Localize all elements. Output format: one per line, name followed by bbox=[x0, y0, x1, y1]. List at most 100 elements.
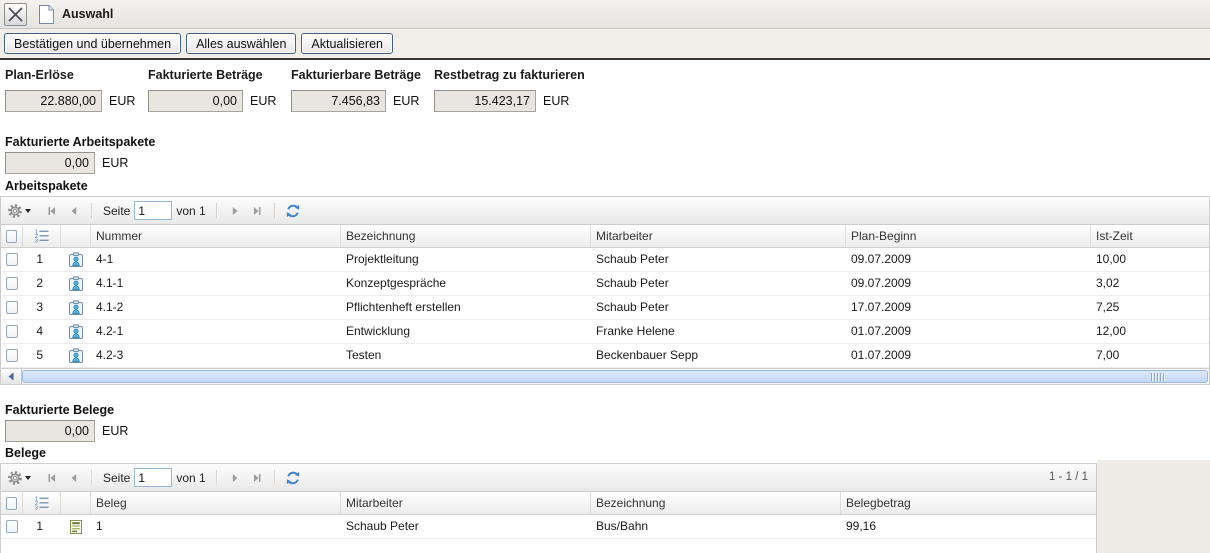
cell-bezeichnung: Entwicklung bbox=[341, 320, 591, 343]
pager-record-count: 1 - 1 / 1 bbox=[1049, 464, 1088, 490]
last-page-button[interactable] bbox=[246, 467, 268, 489]
of-pages-label: von 1 bbox=[176, 204, 205, 218]
last-page-icon bbox=[250, 471, 264, 485]
cell-mitarbeiter: Schaub Peter bbox=[341, 515, 591, 538]
close-button[interactable] bbox=[4, 3, 27, 26]
refresh-icon bbox=[285, 203, 301, 219]
work-package-icon bbox=[61, 248, 91, 271]
belege-header: 1 2 3 Beleg Mitarbeiter Bezeichnung Bele… bbox=[1, 492, 1096, 515]
row-number: 1 bbox=[23, 248, 61, 271]
page-number-input[interactable] bbox=[134, 468, 172, 487]
cell-beleg: 1 bbox=[91, 515, 341, 538]
reload-grid-button[interactable] bbox=[282, 467, 304, 489]
column-header-bezeichnung[interactable]: Bezeichnung bbox=[341, 225, 591, 247]
pager-separator bbox=[216, 470, 218, 485]
column-header-nummer[interactable]: Nummer bbox=[91, 225, 341, 247]
cell-plan-beginn: 01.07.2009 bbox=[846, 320, 1091, 343]
prev-page-button[interactable] bbox=[63, 200, 85, 222]
scroll-left-icon bbox=[7, 372, 15, 381]
cell-bezeichnung: Projektleitung bbox=[341, 248, 591, 271]
prev-page-button[interactable] bbox=[63, 467, 85, 489]
fakturierte-betraege-value: 0,00 bbox=[148, 90, 243, 112]
arbeitspakete-header: 1 2 3 Nummer Bezeichnung Mitarbeiter Pla… bbox=[1, 225, 1209, 248]
title-bar: Auswahl bbox=[0, 0, 1210, 29]
header-checkbox[interactable] bbox=[6, 497, 17, 510]
refresh-button[interactable]: Aktualisieren bbox=[301, 33, 393, 54]
fakturierte-belege-field: 0,00 EUR bbox=[5, 420, 128, 442]
refresh-icon bbox=[285, 470, 301, 486]
arbeitspakete-row[interactable]: 4 4.2-1 Entwicklung Franke Helene 01.07.… bbox=[1, 320, 1209, 344]
select-all-button[interactable]: Alles auswählen bbox=[186, 33, 296, 54]
row-checkbox[interactable] bbox=[6, 277, 18, 290]
fakturierte-arbeitspakete-field: 0,00 EUR bbox=[5, 152, 128, 174]
arbeitspakete-pager: Seite von 1 bbox=[1, 197, 1209, 225]
svg-text:3: 3 bbox=[35, 239, 38, 243]
first-page-button[interactable] bbox=[41, 467, 63, 489]
cell-mitarbeiter: Schaub Peter bbox=[591, 296, 846, 319]
numbered-list-icon: 1 2 3 bbox=[35, 496, 49, 510]
cell-plan-beginn: 01.07.2009 bbox=[846, 344, 1091, 367]
document-icon bbox=[37, 4, 56, 28]
last-page-button[interactable] bbox=[246, 200, 268, 222]
cell-nummer: 4.1-2 bbox=[91, 296, 341, 319]
arbeitspakete-grid: Seite von 1 bbox=[0, 196, 1210, 385]
arbeitspakete-row[interactable]: 5 4.2-3 Testen Beckenbauer Sepp 01.07.20… bbox=[1, 344, 1209, 368]
cell-bezeichnung: Testen bbox=[341, 344, 591, 367]
cell-belegbetrag: 99,16 bbox=[841, 515, 1096, 538]
numbered-list-icon: 1 2 3 bbox=[35, 229, 49, 243]
column-header-beleg[interactable]: Beleg bbox=[91, 492, 341, 514]
arbeitspakete-row[interactable]: 3 4.1-2 Pflichtenheft erstellen Schaub P… bbox=[1, 296, 1209, 320]
fakturierte-belege-value: 0,00 bbox=[5, 420, 95, 442]
pager-separator bbox=[274, 203, 276, 218]
column-header-bezeichnung[interactable]: Bezeichnung bbox=[591, 492, 841, 514]
next-page-button[interactable] bbox=[224, 200, 246, 222]
first-page-button[interactable] bbox=[41, 200, 63, 222]
column-header-plan-beginn[interactable]: Plan-Beginn bbox=[846, 225, 1091, 247]
scrollbar-thumb[interactable] bbox=[22, 370, 1208, 383]
row-checkbox[interactable] bbox=[6, 301, 18, 314]
header-checkbox[interactable] bbox=[6, 230, 17, 243]
row-checkbox[interactable] bbox=[6, 349, 18, 362]
scrollbar-grip bbox=[1151, 373, 1164, 381]
grid-settings-button[interactable] bbox=[7, 470, 31, 486]
column-header-mitarbeiter[interactable]: Mitarbeiter bbox=[341, 492, 591, 514]
summary-section: Plan-Erlöse 22.880,00 EUR Fakturierte Be… bbox=[0, 60, 1210, 132]
reload-grid-button[interactable] bbox=[282, 200, 304, 222]
cell-nummer: 4.2-3 bbox=[91, 344, 341, 367]
arbeitspakete-row[interactable]: 2 4.1-1 Konzeptgespräche Schaub Peter 09… bbox=[1, 272, 1209, 296]
next-page-button[interactable] bbox=[224, 467, 246, 489]
row-checkbox[interactable] bbox=[6, 253, 18, 266]
arbeitspakete-label: Arbeitspakete bbox=[5, 179, 88, 193]
fakturierte-belege-label: Fakturierte Belege bbox=[5, 403, 114, 417]
gear-icon bbox=[7, 203, 23, 219]
arbeitspakete-row[interactable]: 1 4-1 Projektleitung Schaub Peter 09.07.… bbox=[1, 248, 1209, 272]
prev-page-icon bbox=[67, 471, 81, 485]
belege-row[interactable]: 1 1 Schaub Peter Bus/Bahn 99,16 bbox=[1, 515, 1096, 539]
confirm-apply-button[interactable]: Bestätigen und übernehmen bbox=[4, 33, 181, 54]
scroll-left-button[interactable] bbox=[1, 369, 22, 384]
work-package-icon bbox=[61, 272, 91, 295]
pager-separator bbox=[274, 470, 276, 485]
column-header-mitarbeiter[interactable]: Mitarbeiter bbox=[591, 225, 846, 247]
next-page-icon bbox=[228, 471, 242, 485]
work-package-icon bbox=[61, 296, 91, 319]
restbetrag-label: Restbetrag zu fakturieren bbox=[434, 68, 585, 82]
prev-page-icon bbox=[67, 204, 81, 218]
column-header-belegbetrag[interactable]: Belegbetrag bbox=[841, 492, 1096, 514]
cell-mitarbeiter: Schaub Peter bbox=[591, 272, 846, 295]
select-all-checkbox-header[interactable] bbox=[1, 225, 23, 247]
svg-text:3: 3 bbox=[35, 506, 38, 510]
row-checkbox[interactable] bbox=[6, 325, 18, 338]
pager-separator bbox=[91, 470, 93, 485]
fakturierte-arbeitspakete-currency: EUR bbox=[102, 156, 128, 170]
fakturierte-arbeitspakete-label: Fakturierte Arbeitspakete bbox=[5, 135, 155, 149]
column-header-ist-zeit[interactable]: Ist-Zeit bbox=[1091, 225, 1209, 247]
fakturierte-arbeitspakete-value: 0,00 bbox=[5, 152, 95, 174]
grid-settings-button[interactable] bbox=[7, 203, 31, 219]
cell-nummer: 4.1-1 bbox=[91, 272, 341, 295]
fakturierbare-betraege-currency: EUR bbox=[393, 94, 419, 108]
page-number-input[interactable] bbox=[134, 201, 172, 220]
cell-ist-zeit: 7,00 bbox=[1091, 344, 1209, 367]
select-all-checkbox-header[interactable] bbox=[1, 492, 23, 514]
row-checkbox[interactable] bbox=[6, 520, 18, 533]
